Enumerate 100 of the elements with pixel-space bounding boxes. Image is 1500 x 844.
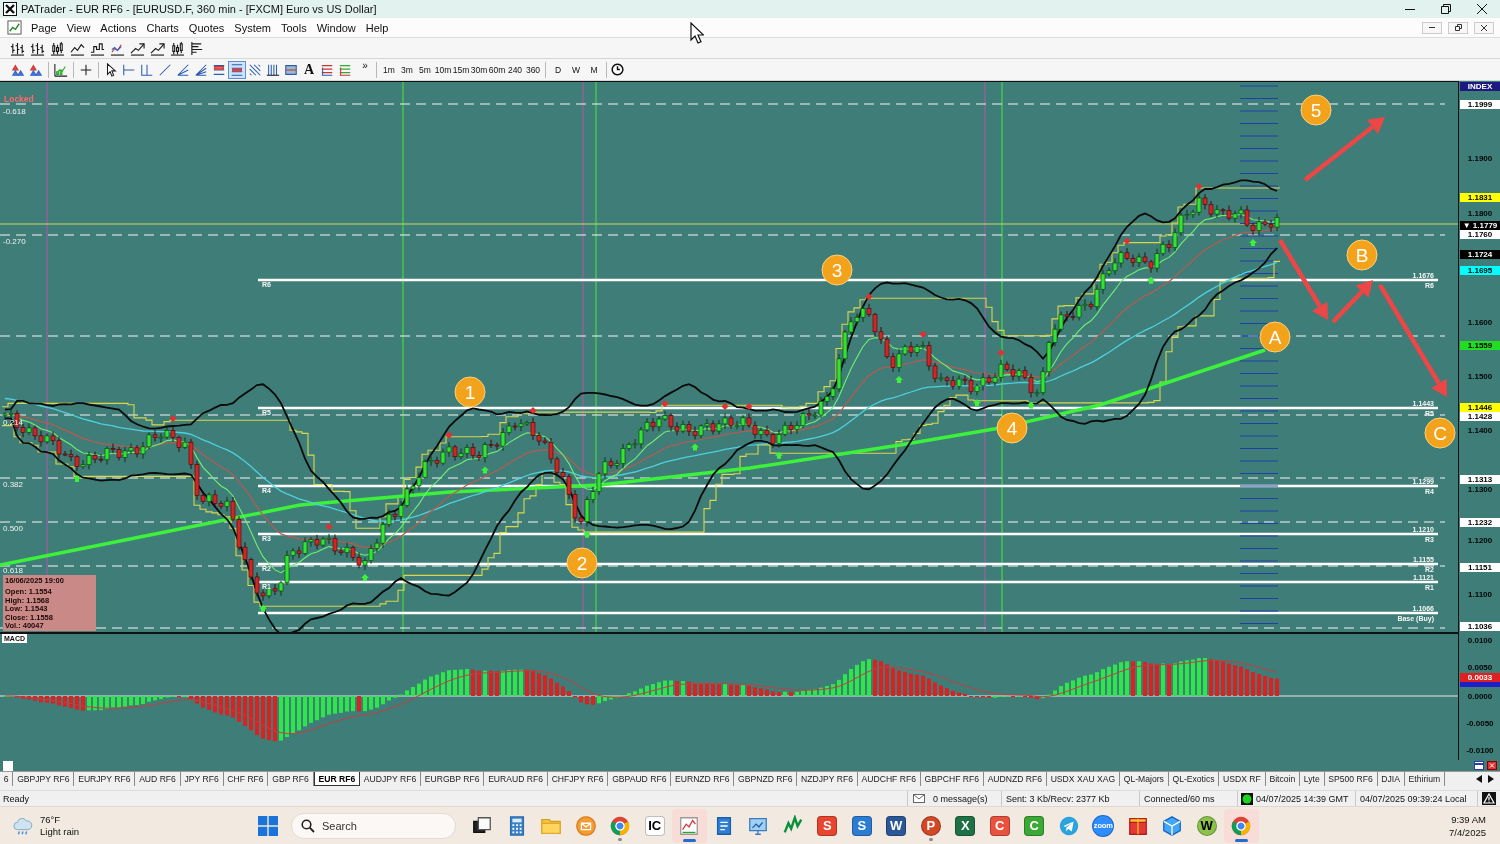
search-field[interactable]: Search <box>291 812 456 839</box>
close-panel-icon[interactable] <box>1487 761 1497 770</box>
symbol-tab[interactable]: Ethirium <box>1404 772 1445 786</box>
taskbar-app-button[interactable]: X <box>948 808 983 843</box>
period-button[interactable]: M <box>585 61 603 78</box>
timeframe-button[interactable]: 30m <box>470 61 488 78</box>
symbol-tab[interactable]: 6 <box>0 772 14 786</box>
menu-item[interactable]: Actions <box>95 18 142 37</box>
horizontal-bars-icon[interactable] <box>190 40 205 56</box>
more-tools-button[interactable]: » <box>357 60 373 72</box>
chart-icon[interactable] <box>7 20 22 35</box>
symbol-tab[interactable]: AUDNZD RF6 <box>983 772 1047 786</box>
symbol-tab[interactable]: GBPJPY RF6 <box>13 772 75 786</box>
menu-item[interactable]: Page <box>26 18 62 37</box>
close-button[interactable] <box>1474 21 1494 34</box>
panel-icon[interactable] <box>1474 761 1484 770</box>
timeframe-button[interactable]: 240 <box>506 61 524 78</box>
diamond-marker-icon <box>661 400 669 408</box>
tool-button[interactable]: A <box>300 60 318 79</box>
up-arrow-marker-icon <box>1027 401 1035 409</box>
symbol-tab[interactable]: USDX RF <box>1219 772 1266 786</box>
menu-item[interactable]: Charts <box>141 18 184 37</box>
symbol-tab[interactable]: EURAUD RF6 <box>484 772 548 786</box>
symbol-tab[interactable]: Bitcoin <box>1265 772 1300 786</box>
taskbar-app-button[interactable]: S <box>844 808 879 843</box>
period-button[interactable]: D <box>549 61 567 78</box>
indicator-value-label: -0.0100 <box>1465 745 1495 755</box>
price-label: 1.1300 <box>1466 484 1494 494</box>
step-chart-icon[interactable] <box>90 40 105 56</box>
symbol-tab[interactable]: SP500 RF6 <box>1324 772 1378 786</box>
symbol-tab[interactable]: EURJPY RF6 <box>74 772 136 786</box>
trend-chart-icon[interactable] <box>150 40 165 56</box>
app-logo: P <box>920 815 941 836</box>
envelope-icon[interactable] <box>913 794 925 803</box>
symbol-tab[interactable]: EURNZD RF6 <box>671 772 735 786</box>
symbol-tab[interactable]: USDX XAU XAG <box>1046 772 1120 786</box>
symbol-tab[interactable]: DJIA <box>1377 772 1405 786</box>
restore-button[interactable] <box>1448 21 1468 34</box>
menu-item[interactable]: Window <box>311 18 361 37</box>
menu-item[interactable]: Help <box>360 18 394 37</box>
menu-item[interactable]: System <box>229 18 276 37</box>
scrollbar-thumb[interactable] <box>3 760 13 771</box>
level-lines-icon <box>230 62 244 77</box>
minimize-button[interactable] <box>1422 21 1442 34</box>
candlestick-icon[interactable] <box>50 40 65 56</box>
menu-item[interactable]: Quotes <box>183 18 230 37</box>
symbol-tab[interactable]: EURGBP RF6 <box>421 772 485 786</box>
candlestick-icon[interactable] <box>170 40 185 56</box>
warning-icon[interactable] <box>1482 792 1496 805</box>
symbol-tab[interactable]: Lyte <box>1300 772 1325 786</box>
ohlc-bars-icon[interactable] <box>30 40 45 56</box>
timeframe-button[interactable]: 360 <box>524 61 542 78</box>
fib-level-label: 0.618 <box>3 566 24 575</box>
scroll-left-icon[interactable] <box>1476 775 1482 783</box>
taskbar-app-button[interactable]: C <box>982 808 1017 843</box>
symbol-tab[interactable]: QL-Majors <box>1119 772 1169 786</box>
trend-chart-icon[interactable] <box>130 40 145 56</box>
ohlc-bars-icon[interactable] <box>10 40 25 56</box>
temperature-text: 76°F <box>40 813 62 826</box>
taskbar-app-button[interactable]: S <box>810 808 845 843</box>
fan-lines-icon <box>176 62 190 77</box>
diamond-marker-icon <box>1123 237 1131 245</box>
price-label: 1.1428 <box>1460 411 1500 421</box>
menu-item[interactable]: Tools <box>276 18 312 37</box>
app-logo: W <box>886 815 907 836</box>
color-ring-icon <box>609 814 632 837</box>
up-arrow-marker-icon <box>259 604 267 612</box>
symbol-tab[interactable]: GBP RF6 <box>268 772 314 786</box>
diamond-marker-icon <box>721 402 729 410</box>
taskbar-app-button[interactable]: W <box>1189 808 1224 843</box>
four-squares-icon[interactable] <box>258 815 278 836</box>
symbol-tab[interactable]: AUDCHF RF6 <box>857 772 921 786</box>
timeframe-button[interactable]: 5m <box>416 61 434 78</box>
scroll-right-icon[interactable] <box>1488 775 1494 783</box>
symbol-tab[interactable]: GBPNZD RF6 <box>734 772 798 786</box>
timeframe-button[interactable]: 60m <box>488 61 506 78</box>
timeframe-button[interactable]: 10m <box>434 61 452 78</box>
symbol-tab[interactable]: GBPCHF RF6 <box>920 772 984 786</box>
taskbar-app-button[interactable]: W <box>879 808 914 843</box>
up-arrow-marker-icon <box>583 530 591 538</box>
timeframe-button[interactable]: 15m <box>452 61 470 78</box>
taskbar-app-button[interactable]: P <box>913 808 948 843</box>
symbol-tab[interactable]: AUDJPY RF6 <box>360 772 421 786</box>
period-button[interactable]: W <box>567 61 585 78</box>
symbol-tab[interactable]: QL-Exotics <box>1168 772 1220 786</box>
symbol-tab[interactable]: NZDJPY RF6 <box>797 772 858 786</box>
symbol-tab[interactable]: GBPAUD RF6 <box>608 772 672 786</box>
symbol-tab[interactable]: EUR RF6 <box>313 772 360 786</box>
clock-icon[interactable] <box>611 63 624 76</box>
timeframe-button[interactable]: 1m <box>380 61 398 78</box>
symbol-tab[interactable]: AUD RF6 <box>135 772 181 786</box>
level-lines-icon <box>212 62 226 77</box>
symbol-tab[interactable]: CHFJPY RF6 <box>547 772 609 786</box>
symbol-tab[interactable]: JPY RF6 <box>180 772 224 786</box>
timeframe-button[interactable]: 3m <box>398 61 416 78</box>
symbol-tab[interactable]: CHF RF6 <box>223 772 269 786</box>
diamond-marker-icon <box>445 431 453 439</box>
taskbar-app-button[interactable]: IC <box>637 808 672 843</box>
level-lines-icon <box>338 62 352 77</box>
menu-item[interactable]: View <box>61 18 96 37</box>
